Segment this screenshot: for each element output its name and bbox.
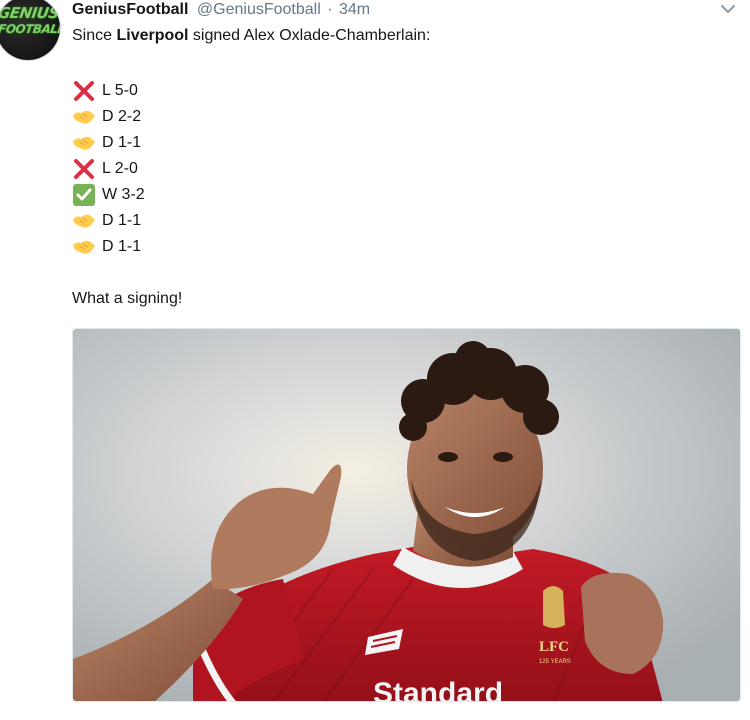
cross-mark-icon — [72, 80, 96, 102]
results-list: L 5-0 D 2-2 D 1-1 L 2-0 W 3-2 D 1-1 D 1-1 — [72, 78, 145, 260]
handshake-icon — [72, 132, 96, 154]
handshake-icon — [72, 106, 96, 128]
badge-subtext: 125 YEARS — [539, 659, 571, 665]
author-name[interactable]: GeniusFootball — [72, 1, 188, 18]
result-text: D 1-1 — [102, 134, 142, 151]
result-text: L 2-0 — [102, 160, 138, 177]
tweet: GENIUS FOOTBALL GeniusFootball @GeniusFo… — [0, 0, 750, 720]
result-text: W 3-2 — [102, 186, 145, 203]
tweet-text-bold: Liverpool — [116, 27, 189, 44]
result-item: L 5-0 — [72, 78, 145, 104]
tweet-header: GeniusFootball @GeniusFootball · 34m — [72, 0, 370, 20]
result-text: D 2-2 — [102, 108, 142, 125]
tweet-closing-text: What a signing! — [72, 290, 183, 307]
tweet-text-prefix: Since — [72, 27, 117, 44]
author-avatar[interactable]: GENIUS FOOTBALL — [0, 0, 60, 60]
result-item: D 1-1 — [72, 234, 145, 260]
result-item: D 1-1 — [72, 130, 145, 156]
avatar-logo-text-bottom: FOOTBALL — [0, 22, 60, 36]
result-item: D 2-2 — [72, 104, 145, 130]
separator-dot: · — [327, 1, 333, 18]
check-mark-icon — [72, 184, 96, 206]
tweet-text: Since Liverpool signed Alex Oxlade-Chamb… — [72, 26, 430, 46]
result-text: L 5-0 — [102, 82, 138, 99]
badge-text: LFC — [539, 639, 569, 655]
left-eye — [438, 452, 458, 462]
handshake-icon — [72, 210, 96, 232]
result-text: D 1-1 — [102, 238, 142, 255]
result-item: W 3-2 — [72, 182, 145, 208]
avatar-logo-text-top: GENIUS — [0, 4, 60, 22]
tweet-photo[interactable]: LFC 125 YEARS Standard — [72, 328, 741, 702]
result-text: D 1-1 — [102, 212, 142, 229]
result-item: L 2-0 — [72, 156, 145, 182]
chevron-down-icon[interactable] — [720, 2, 736, 16]
tweet-text-suffix: signed Alex Oxlade-Chamberlain: — [188, 27, 431, 44]
handshake-icon — [72, 236, 96, 258]
cross-mark-icon — [72, 158, 96, 180]
tweet-timestamp[interactable]: 34m — [339, 1, 370, 18]
shirt-sponsor-text: Standard — [373, 677, 503, 702]
author-handle[interactable]: @GeniusFootball — [197, 1, 321, 18]
result-item: D 1-1 — [72, 208, 145, 234]
right-eye — [493, 452, 513, 462]
